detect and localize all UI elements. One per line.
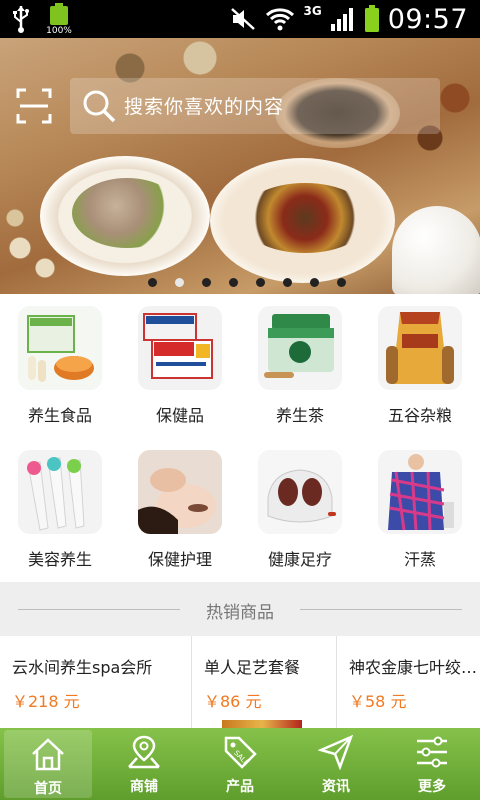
category-item-grains[interactable]: 五谷杂粮 xyxy=(360,294,480,438)
carousel-dot[interactable] xyxy=(148,278,157,287)
category-item-supplements[interactable]: 保健品 xyxy=(120,294,240,438)
status-left: 100% xyxy=(10,3,74,36)
category-image-sauna xyxy=(378,450,462,534)
clock: 09:57 xyxy=(387,3,468,35)
hot-section-header: 热销商品 xyxy=(0,582,480,636)
map-icon xyxy=(128,735,160,769)
nav-item-shops[interactable]: 商铺 xyxy=(96,728,192,800)
category-image-foot xyxy=(258,450,342,534)
carousel-dot[interactable] xyxy=(283,278,292,287)
category-label: 汗蒸 xyxy=(403,550,436,569)
nav-label: 资讯 xyxy=(322,779,350,795)
banner-food-right xyxy=(240,183,370,253)
category-label: 健康足疗 xyxy=(267,550,332,569)
banner-food-left xyxy=(72,178,182,248)
nav-item-more[interactable]: 更多 xyxy=(384,728,480,800)
usb-icon xyxy=(13,6,29,33)
sliders-icon xyxy=(417,736,447,768)
network-type: 3G xyxy=(303,4,322,18)
product-card[interactable]: 神农金康七叶绞… ￥58 元 xyxy=(337,636,480,728)
category-label: 保健护理 xyxy=(147,550,212,569)
product-image-peek xyxy=(222,720,302,728)
nav-label: 首页 xyxy=(34,781,62,797)
category-label: 养生食品 xyxy=(27,406,92,425)
svg-text:SALE: SALE xyxy=(232,749,250,767)
nav-label: 产品 xyxy=(226,779,254,795)
category-item-foot[interactable]: 健康足疗 xyxy=(240,438,360,582)
category-item-care[interactable]: 保健护理 xyxy=(120,438,240,582)
product-card[interactable]: 单人足艺套餐 ￥86 元 xyxy=(192,636,337,728)
category-item-sauna[interactable]: 汗蒸 xyxy=(360,438,480,582)
battery-icon xyxy=(364,5,379,32)
category-image-beauty xyxy=(18,450,102,534)
category-image-health-tea xyxy=(258,306,342,390)
battery-small-icon: 100% xyxy=(44,3,74,36)
nav-item-products[interactable]: SALE 产品 xyxy=(192,728,288,800)
nav-item-home[interactable]: 首页 xyxy=(4,730,92,798)
category-label: 养生茶 xyxy=(275,406,324,425)
divider-right xyxy=(300,609,462,610)
carousel-dot[interactable] xyxy=(175,278,184,287)
banner-teapot xyxy=(392,206,480,294)
category-image-care xyxy=(138,450,222,534)
tag-icon: SALE xyxy=(224,736,257,769)
category-image-health-food xyxy=(18,306,102,390)
search-icon xyxy=(83,90,116,123)
carousel-dot[interactable] xyxy=(337,278,346,287)
category-item-health-food[interactable]: 养生食品 xyxy=(0,294,120,438)
category-item-health-tea[interactable]: 养生茶 xyxy=(240,294,360,438)
banner-carousel[interactable]: 搜索你喜欢的内容 xyxy=(0,38,480,294)
product-name: 单人足艺套餐 xyxy=(204,658,301,677)
bottom-nav: 首页 商铺 SALE 产品 资讯 更多 xyxy=(0,728,480,800)
category-label: 美容养生 xyxy=(27,550,92,569)
carousel-dot[interactable] xyxy=(256,278,265,287)
product-card[interactable]: 云水间养生spa会所 ￥218 元 xyxy=(0,636,192,728)
product-name: 云水间养生spa会所 xyxy=(12,658,153,677)
home-icon xyxy=(32,738,64,771)
nav-item-news[interactable]: 资讯 xyxy=(288,728,384,800)
signal-icon xyxy=(330,8,353,31)
carousel-dot[interactable] xyxy=(202,278,211,287)
category-label: 保健品 xyxy=(155,406,204,425)
status-right: 3G 09:57 xyxy=(229,2,468,36)
carousel-dot[interactable] xyxy=(310,278,319,287)
nav-label: 商铺 xyxy=(130,779,158,795)
hot-products-list: 云水间养生spa会所 ￥218 元 单人足艺套餐 ￥86 元 神农金康七叶绞… … xyxy=(0,636,480,728)
product-price: ￥58 元 xyxy=(349,692,407,711)
carousel-dot[interactable] xyxy=(229,278,238,287)
product-price: ￥218 元 xyxy=(12,692,80,711)
scan-icon[interactable] xyxy=(16,88,52,124)
product-name: 神农金康七叶绞… xyxy=(349,658,478,677)
category-image-grains xyxy=(378,306,462,390)
category-item-beauty[interactable]: 美容养生 xyxy=(0,438,120,582)
search-input[interactable]: 搜索你喜欢的内容 xyxy=(124,92,284,119)
nav-label: 更多 xyxy=(418,779,446,795)
mute-icon xyxy=(231,8,256,30)
wifi-icon xyxy=(266,8,295,31)
carousel-indicator xyxy=(148,278,346,287)
hot-section-title: 热销商品 xyxy=(206,603,274,623)
category-label: 五谷杂粮 xyxy=(387,406,452,425)
category-grid: 养生食品 保健品 养生茶 五谷杂粮 美容养生 保健护理 健康足疗 汗蒸 xyxy=(0,294,480,582)
send-icon xyxy=(318,734,354,770)
app-screen: 100% 3G 09:57 搜索你喜欢的内容 养生食品 保健品 养生茶 五谷杂粮… xyxy=(0,0,480,800)
status-bar: 100% 3G 09:57 xyxy=(0,0,480,38)
product-price: ￥86 元 xyxy=(204,692,262,711)
battery-small-percent: 100% xyxy=(46,26,72,36)
search-bar[interactable]: 搜索你喜欢的内容 xyxy=(70,78,440,134)
category-image-supplements xyxy=(138,306,222,390)
